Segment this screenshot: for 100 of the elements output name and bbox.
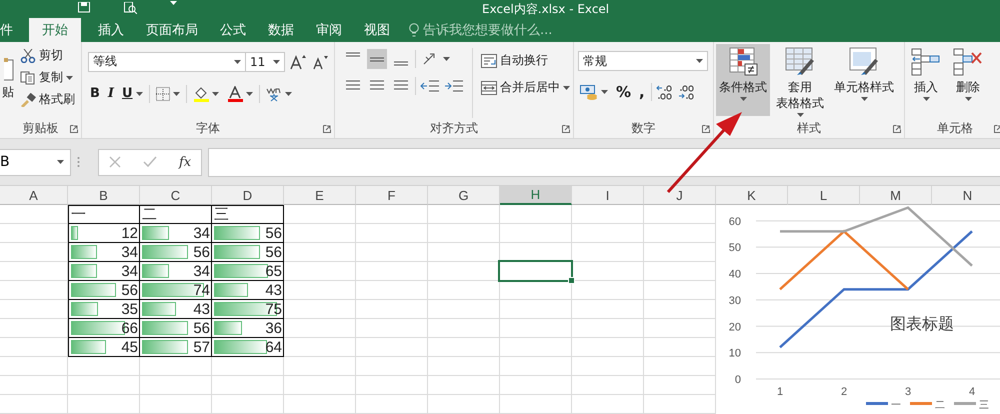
column-header[interactable]: C [140,186,212,205]
group-label: 字体 [196,120,220,136]
format-painter-button[interactable]: 格式刷 [18,90,77,109]
ribbon-tab[interactable]: 审阅 [305,18,353,42]
ribbon-tab[interactable]: 开始 [29,18,81,42]
ribbon-button[interactable]: 插入 [907,44,945,116]
middle-align-icon[interactable] [367,48,387,68]
column-header[interactable]: N [932,186,1000,205]
clipboard-icon [4,58,14,82]
ribbon-button[interactable]: 条件格式 [716,44,770,116]
dialog-launcher-icon[interactable] [893,125,901,133]
axis-label: 0 [734,374,741,386]
underline-button[interactable]: U [120,85,145,102]
italic-button[interactable]: I [106,85,116,102]
ribbon-tab[interactable]: 页面布局 [135,18,209,42]
cell-value: 57 [193,339,211,356]
column-header[interactable]: H [500,186,572,205]
print-preview-icon[interactable] [124,2,137,14]
ribbon-button[interactable]: 单元格样式 [830,44,898,116]
group-label: 单元格 [937,120,973,136]
save-icon[interactable] [78,2,90,13]
font-name-field[interactable]: 等线 [88,52,246,72]
name-box[interactable]: B [0,148,71,176]
cut-button[interactable]: 剪切 [18,46,77,65]
legend-label: 二 [935,400,945,411]
decrease-decimal-icon[interactable] [678,84,696,100]
cell-cursor[interactable] [498,260,573,282]
cell-value: 二 [142,206,158,223]
cell-value: 56 [265,225,283,242]
copy-button[interactable]: 复制 [18,68,77,87]
increase-decimal-icon[interactable] [656,84,674,100]
bold-button[interactable]: B [88,85,102,102]
cell-value: 43 [265,282,283,299]
wrap-text-button[interactable]: 自动换行 [479,51,572,70]
copy-icon [20,70,36,84]
borders-icon [156,86,170,100]
ribbon-button[interactable]: 删除 [949,44,987,116]
accounting-button[interactable] [578,82,610,100]
column-header[interactable]: J [644,186,716,205]
cell-value: 34 [121,263,139,280]
comma-button[interactable]: , [637,82,647,102]
legend-label: 一 [891,400,901,411]
cell-value: 56 [193,244,211,261]
cell-value: 56 [121,282,139,299]
column-header[interactable]: K [716,186,788,205]
axis-label: 60 [728,216,741,228]
number-format-field[interactable]: 常规 [578,51,708,71]
axis-label: 10 [728,348,741,360]
caret-icon [563,86,570,90]
ribbon-button[interactable]: 套用 表格格式 [772,44,828,116]
cell-value: 一 [71,206,87,223]
ribbon-tab[interactable]: 插入 [87,18,135,42]
dialog-launcher-icon[interactable] [70,125,78,133]
percent-button[interactable]: % [614,82,634,102]
ribbon-tab[interactable]: 件 [0,18,19,42]
borders-button[interactable] [154,86,182,102]
dialog-launcher-icon[interactable] [323,125,331,133]
tell-me-field[interactable]: 告诉我您想要做什么... [423,21,552,39]
column-header[interactable]: M [860,186,932,205]
merge-center-button[interactable]: 合并后居中 [479,78,572,97]
axis-label: 1 [776,386,784,398]
caret-icon [740,97,746,101]
decrease-indent-icon[interactable] [420,78,440,94]
paste-button[interactable]: 贴 [0,46,14,118]
cell-value: 36 [265,320,283,337]
drag-handle-icon [77,156,80,168]
group-label: 数字 [632,120,656,136]
column-header[interactable]: E [284,186,356,205]
column-header[interactable]: B [68,186,140,205]
ribbon-tab[interactable]: 视图 [353,18,401,42]
ribbon-tab[interactable]: 数据 [257,18,305,42]
dialog-launcher-icon[interactable] [702,125,710,133]
column-header[interactable]: A [0,186,68,205]
formula-input[interactable] [208,148,1000,176]
caret-icon [922,97,930,101]
cell-value: 12 [121,225,139,242]
grow-font-icon[interactable] [289,54,307,70]
merge-cells-icon [481,80,497,96]
caret-icon [212,92,219,96]
shrink-font-icon[interactable] [311,54,329,70]
ribbon-tab[interactable]: 公式 [209,18,257,42]
column-header[interactable]: F [356,186,428,205]
increase-indent-icon[interactable] [444,78,464,94]
dialog-launcher-icon[interactable] [562,125,570,133]
caret-icon [860,97,868,101]
axis-label: 20 [728,321,741,334]
column-header[interactable]: L [788,186,860,205]
dialog-launcher-icon[interactable] [994,125,1000,133]
caret-icon[interactable] [170,1,177,5]
column-header[interactable]: G [428,186,500,205]
cell-value: 45 [121,339,139,356]
column-header[interactable]: I [572,186,644,205]
check-icon[interactable] [143,156,157,168]
font-size-field[interactable]: 11 [245,52,285,72]
paint-bucket-icon [192,86,209,102]
insert-function-button[interactable]: fx [179,154,192,170]
column-header[interactable]: D [212,186,284,205]
cell-styles-icon [849,47,879,77]
caret-icon [246,92,253,96]
axis-label: 40 [728,268,741,281]
